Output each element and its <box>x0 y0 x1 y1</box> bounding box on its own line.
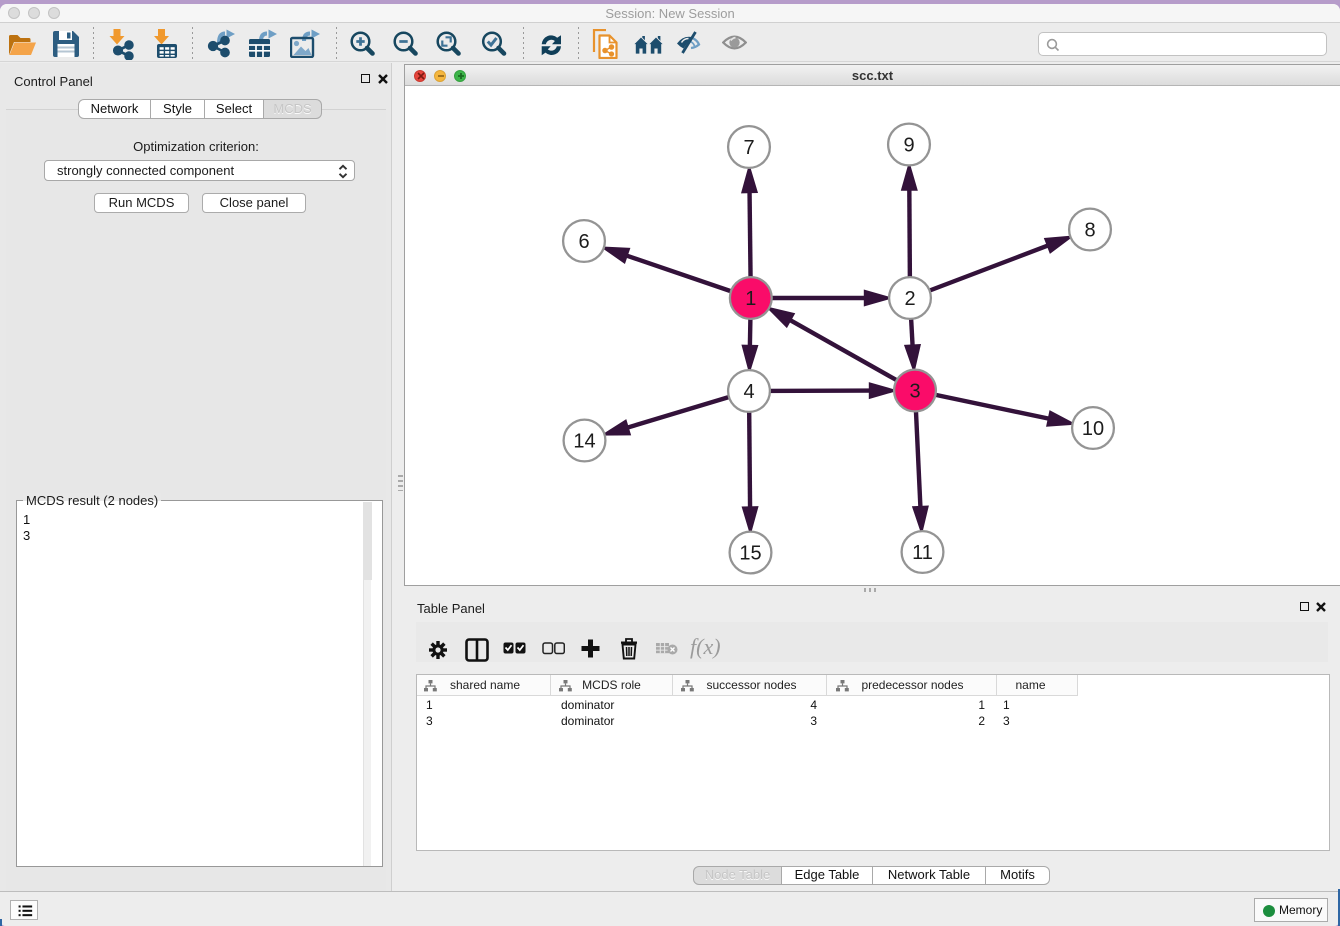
svg-text:9: 9 <box>903 135 914 157</box>
svg-text:3: 3 <box>909 381 920 403</box>
svg-text:10: 10 <box>1082 418 1104 440</box>
svg-text:14: 14 <box>573 431 595 453</box>
svg-text:6: 6 <box>578 231 589 253</box>
svg-text:8: 8 <box>1084 220 1095 242</box>
svg-text:4: 4 <box>743 381 754 403</box>
svg-text:7: 7 <box>743 137 754 159</box>
svg-text:1: 1 <box>745 288 756 310</box>
svg-text:11: 11 <box>912 542 933 564</box>
svg-text:15: 15 <box>739 543 761 565</box>
svg-text:2: 2 <box>904 288 915 310</box>
